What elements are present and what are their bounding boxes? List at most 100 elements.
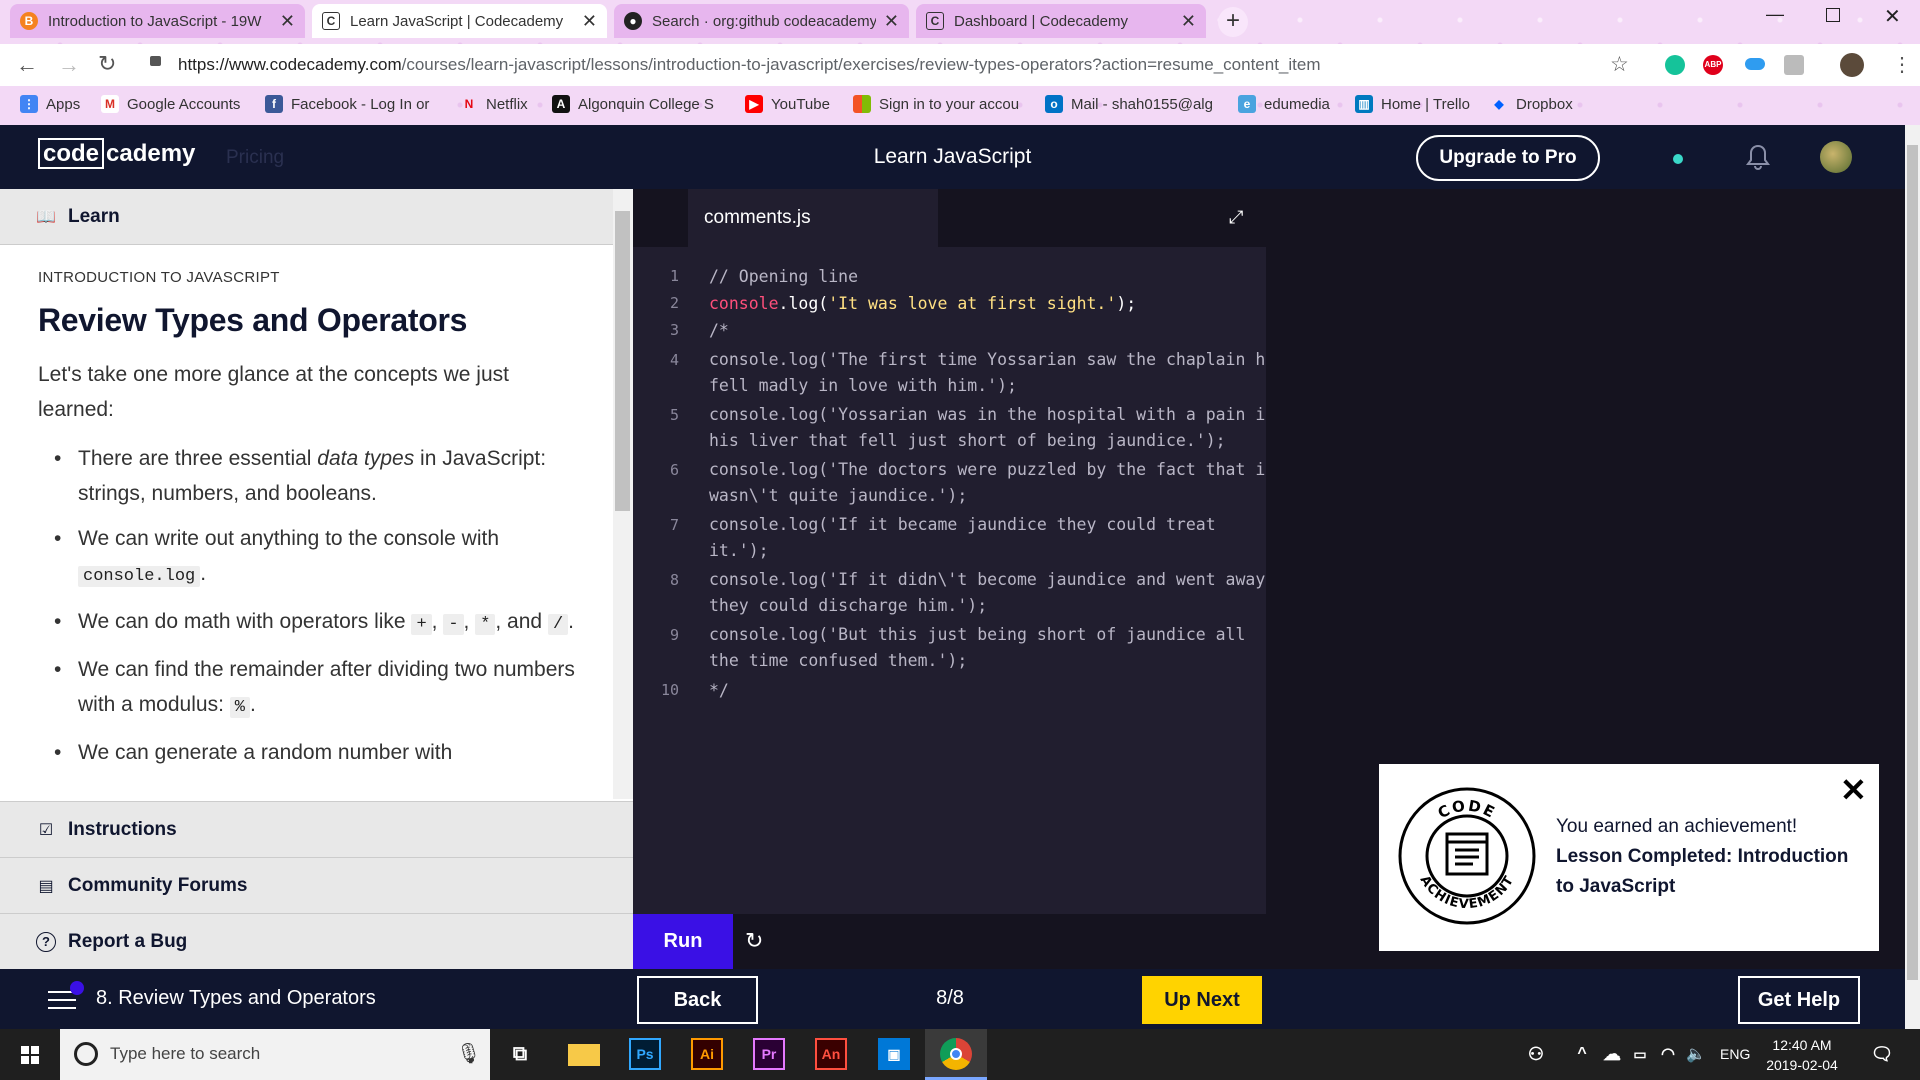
onedrive-icon[interactable] (1745, 58, 1765, 70)
netflix-icon: N (464, 97, 474, 111)
reset-icon[interactable]: ↻ (745, 928, 763, 954)
tab-title: Introduction to JavaScript - 19W (48, 12, 262, 30)
grammarly-icon[interactable] (1665, 55, 1685, 75)
minimize-button[interactable]: — (1766, 4, 1784, 25)
page-scrollbar-thumb[interactable] (1907, 145, 1918, 980)
codecademy-icon: C (926, 12, 944, 30)
learn-tab-label: Learn (68, 205, 120, 227)
browser-tab[interactable]: C Dashboard | Codecademy ✕ (916, 4, 1206, 38)
lesson-panel: 📖 Learn INTRODUCTION TO JAVASCRIPT Revie… (0, 189, 633, 971)
browser-tab[interactable]: ● Search · org:github codeacademy ✕ (614, 4, 909, 38)
bookmark-edumedia[interactable]: e edumedia (1238, 95, 1330, 113)
adblock-icon[interactable]: ABP (1703, 55, 1723, 75)
back-button[interactable]: Back (637, 976, 758, 1024)
achievement-toast: ✕ CODE ACHIEVEMENT You earned an achieve… (1379, 764, 1879, 951)
browser-tab[interactable]: B Introduction to JavaScript - 19W ✕ (10, 4, 305, 38)
status-dot (1673, 154, 1683, 164)
bookmark-microsoft[interactable]: Sign in to your accou (853, 95, 1019, 113)
bell-icon[interactable] (1745, 143, 1771, 171)
windows-taskbar: Type here to search 🎙 ⧉ Ps Ai Pr An ▣ ⚇ … (0, 1029, 1920, 1080)
learn-tab[interactable]: 📖 Learn (0, 189, 613, 245)
photoshop-icon[interactable]: Ps (629, 1038, 661, 1070)
code-area[interactable]: 1// Opening line 2 console.log('It was lo… (633, 263, 1275, 704)
achievement-line1: You earned an achievement! (1556, 816, 1798, 837)
bookmark-star-icon[interactable]: ☆ (1610, 52, 1629, 77)
get-help-button[interactable]: Get Help (1738, 976, 1860, 1024)
back-arrow-icon[interactable]: ← (16, 52, 38, 78)
windows-start-icon[interactable] (0, 1029, 60, 1080)
close-window-button[interactable]: ✕ (1884, 4, 1901, 29)
bookmark-algonquin[interactable]: A Algonquin College S (552, 95, 714, 113)
bookmark-trello[interactable]: ▥ Home | Trello (1355, 95, 1470, 113)
bookmark-mail[interactable]: o Mail - shah0155@alg (1045, 95, 1213, 113)
menu-icon[interactable] (48, 991, 76, 1009)
close-icon[interactable]: ✕ (884, 11, 899, 32)
illustrator-icon[interactable]: Ai (691, 1038, 723, 1070)
reload-icon[interactable]: ↻ (98, 51, 116, 77)
chat-icon: ▤ (38, 877, 54, 895)
taskbar-search[interactable]: Type here to search 🎙 (60, 1029, 490, 1080)
premiere-icon[interactable]: Pr (753, 1038, 785, 1070)
code-line: 5 console.log('Yossarian was in the hospi… (669, 405, 1275, 450)
restore-button[interactable] (1826, 8, 1840, 22)
lesson-scrollbar-thumb[interactable] (615, 211, 630, 511)
close-icon[interactable]: ✕ (280, 11, 295, 32)
bookmark-facebook[interactable]: f Facebook - Log In or (265, 95, 429, 113)
bookmark-dropbox[interactable]: ◆ Dropbox (1490, 95, 1572, 113)
animate-icon[interactable]: An (815, 1038, 847, 1070)
task-view-icon[interactable]: ⧉ (504, 1038, 536, 1070)
code-line: 1// Opening line (669, 267, 859, 286)
bookmark-netflix[interactable]: N Netflix (460, 95, 528, 113)
close-icon[interactable]: ✕ (1181, 11, 1196, 32)
tab-title: Dashboard | Codecademy (954, 12, 1128, 30)
bookmark-apps[interactable]: ⋮ Apps (20, 95, 80, 113)
new-tab-button[interactable]: + (1218, 7, 1248, 37)
language-indicator[interactable]: ENG (1720, 1046, 1750, 1062)
forums-label: Community Forums (68, 874, 248, 896)
avatar[interactable] (1820, 141, 1852, 173)
list-item: There are three essential data types in … (38, 441, 578, 511)
search-placeholder: Type here to search (110, 1044, 261, 1063)
profile-avatar[interactable] (1840, 53, 1864, 77)
bookmark-google-accounts[interactable]: M Google Accounts (101, 95, 240, 113)
expand-icon[interactable]: ⤢ (1229, 207, 1243, 228)
edumedia-icon: e (1238, 95, 1256, 113)
exercise-name[interactable]: 8. Review Types and Operators (96, 987, 376, 1010)
microphone-icon[interactable]: 🎙 (456, 1041, 481, 1066)
apps-grid-icon: ⋮ (20, 95, 38, 113)
gmail-icon: M (101, 95, 119, 113)
achievement-badge-icon: CODE ACHIEVEMENT (1398, 787, 1536, 925)
upgrade-button[interactable]: Upgrade to Pro (1416, 135, 1600, 181)
inline-code: console.log (78, 566, 201, 587)
checkbox-icon: ☑ (38, 821, 54, 839)
bookmark-youtube[interactable]: ▶ YouTube (745, 95, 830, 113)
notifications-icon[interactable]: 🗨 (1866, 1038, 1898, 1070)
close-icon[interactable]: ✕ (1840, 774, 1867, 806)
up-next-button[interactable]: Up Next (1142, 976, 1262, 1024)
lock-icon (150, 56, 161, 66)
facebook-icon: f (265, 95, 283, 113)
file-tab[interactable]: comments.js (688, 189, 938, 247)
exercise-footer: 8. Review Types and Operators Back 8/8 U… (0, 969, 1905, 1029)
browser-tab-active[interactable]: C Learn JavaScript | Codecademy ✕ (312, 4, 607, 38)
close-icon[interactable]: ✕ (582, 11, 597, 32)
instructions-tab[interactable]: ☑ Instructions (0, 801, 633, 857)
file-explorer-icon[interactable] (568, 1044, 600, 1066)
app-header: code cademy Pricing Learn JavaScript Upgr… (0, 125, 1905, 189)
chevron-up-icon[interactable]: ^ (1566, 1038, 1598, 1070)
report-bug-tab[interactable]: ? Report a Bug (0, 913, 633, 969)
url-field[interactable]: https://www.codecademy.com/courses/learn… (178, 50, 1678, 80)
people-icon[interactable]: ⚇ (1520, 1038, 1552, 1070)
cortana-icon (74, 1042, 98, 1066)
clock[interactable]: 12:40 AM 2019-02-04 (1762, 1035, 1842, 1075)
app-icon[interactable]: ▣ (878, 1038, 910, 1070)
chrome-menu-icon[interactable]: ⋮ (1892, 52, 1912, 77)
editor-tabbar: comments.js ⤢ (633, 189, 1266, 247)
lesson-content: INTRODUCTION TO JAVASCRIPT Review Types … (38, 269, 578, 780)
community-forums-tab[interactable]: ▤ Community Forums (0, 857, 633, 913)
volume-icon[interactable]: 🔈 (1680, 1038, 1712, 1070)
forward-arrow-icon[interactable]: → (58, 52, 80, 78)
run-button[interactable]: Run (633, 914, 733, 969)
extension-icon[interactable] (1784, 55, 1804, 75)
concept-list: There are three essential data types in … (38, 441, 578, 770)
